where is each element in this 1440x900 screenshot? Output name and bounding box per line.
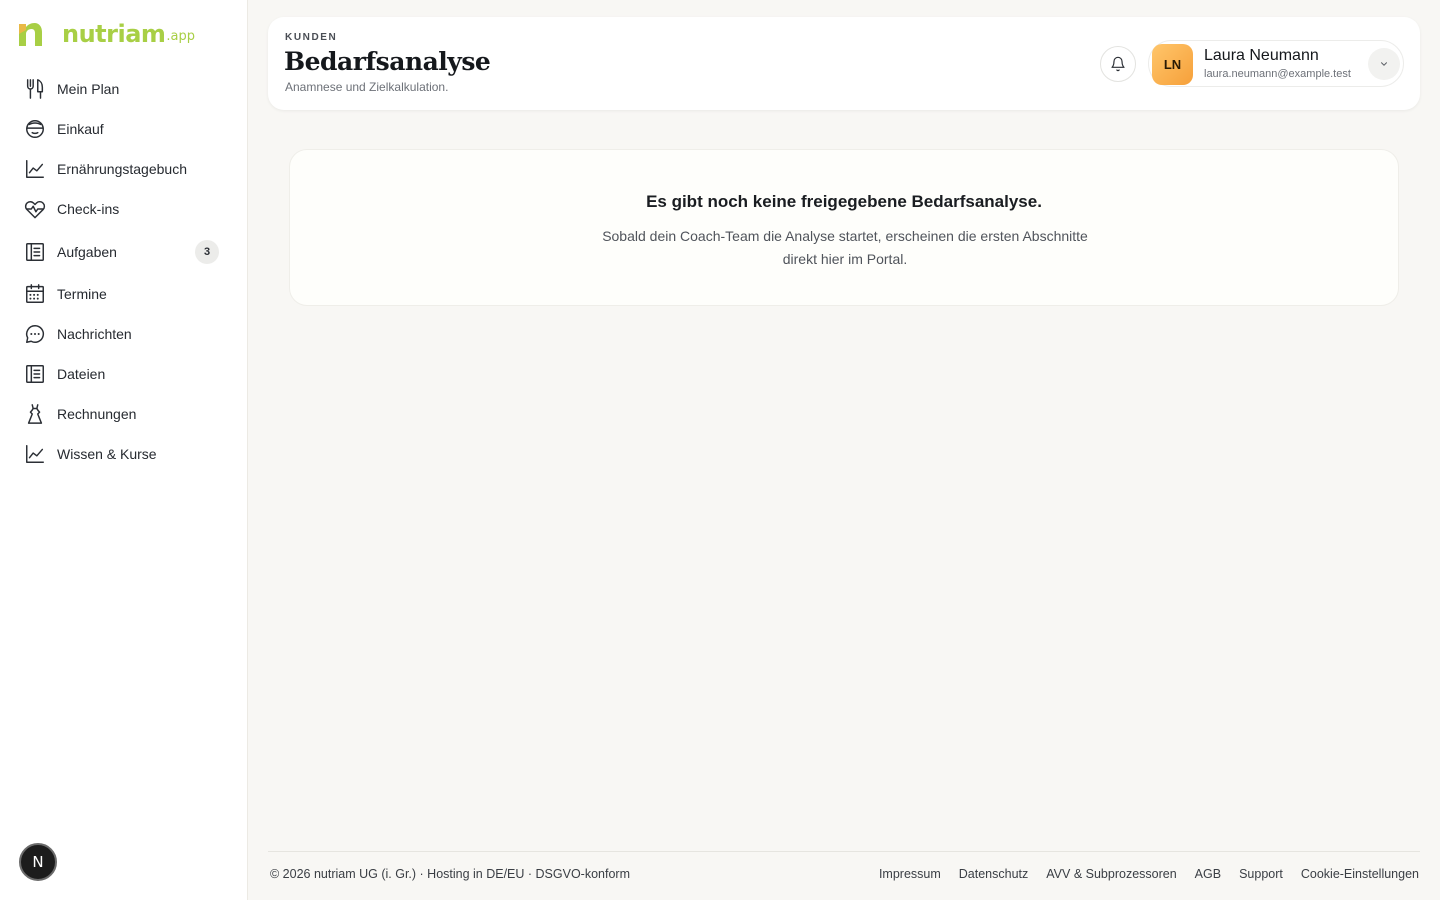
sidebar-item-rechnungen[interactable]: Rechnungen bbox=[14, 394, 234, 434]
footer-links: Impressum Datenschutz AVV & Subprozessor… bbox=[879, 867, 1419, 881]
page-subtitle: Anamnese und Zielkalkulation. bbox=[285, 80, 449, 94]
brand-name: nutriam bbox=[62, 20, 166, 48]
footer-link-agb[interactable]: AGB bbox=[1195, 867, 1221, 881]
user-menu-toggle[interactable] bbox=[1368, 48, 1400, 80]
bowl-icon bbox=[24, 118, 46, 140]
brand-logo[interactable]: nutriam .app bbox=[16, 18, 195, 48]
sidebar-item-mein-plan[interactable]: Mein Plan bbox=[14, 69, 234, 109]
breadcrumb: KUNDEN bbox=[285, 32, 338, 43]
trend-chart-icon bbox=[24, 443, 46, 465]
brand-suffix: .app bbox=[166, 29, 196, 44]
sidebar-item-check-ins[interactable]: Check-ins bbox=[14, 189, 234, 229]
chevron-down-icon bbox=[1381, 62, 1387, 66]
avatar: LN bbox=[1152, 44, 1193, 85]
footer-divider bbox=[268, 851, 1420, 852]
page-header: KUNDEN Bedarfsanalyse Anamnese und Zielk… bbox=[268, 17, 1420, 110]
file-list-icon bbox=[24, 363, 46, 385]
footer-link-avv[interactable]: AVV & Subprozessoren bbox=[1046, 867, 1176, 881]
heart-pulse-icon bbox=[24, 198, 46, 220]
sidebar-item-aufgaben[interactable]: Aufgaben 3 bbox=[14, 232, 234, 272]
calendar-icon bbox=[24, 283, 46, 305]
empty-state-title: Es gibt noch keine freigegebene Bedarfsa… bbox=[646, 192, 1042, 211]
sidebar-item-ernaehrungstagebuch[interactable]: Ernährungstagebuch bbox=[14, 149, 234, 189]
page-title: Bedarfsanalyse bbox=[284, 47, 491, 76]
dev-tools-button[interactable]: N bbox=[19, 843, 57, 881]
user-menu[interactable]: LN Laura Neumann laura.neumann@example.t… bbox=[1148, 40, 1404, 87]
tasks-count-badge: 3 bbox=[195, 240, 219, 264]
user-name: Laura Neumann bbox=[1204, 47, 1319, 64]
list-icon bbox=[24, 241, 46, 263]
logo-mark-icon bbox=[19, 23, 42, 46]
trend-chart-icon bbox=[24, 158, 46, 180]
empty-state-text: Sobald dein Coach-Team die Analyse start… bbox=[602, 228, 1088, 267]
sidebar-item-nachrichten[interactable]: Nachrichten bbox=[14, 314, 234, 354]
footer-link-support[interactable]: Support bbox=[1239, 867, 1283, 881]
sidebar: nutriam .app Mein Plan Einkauf Ernährung… bbox=[0, 0, 248, 900]
user-email: laura.neumann@example.test bbox=[1204, 68, 1351, 80]
bell-icon bbox=[1111, 56, 1125, 72]
dress-icon bbox=[24, 403, 46, 425]
footer-copyright: © 2026 nutriam UG (i. Gr.) · Hosting in … bbox=[270, 867, 630, 881]
footer-link-datenschutz[interactable]: Datenschutz bbox=[959, 867, 1028, 881]
footer-link-impressum[interactable]: Impressum bbox=[879, 867, 941, 881]
sidebar-item-dateien[interactable]: Dateien bbox=[14, 354, 234, 394]
footer-link-cookie-settings[interactable]: Cookie-Einstellungen bbox=[1301, 867, 1419, 881]
chat-bubble-icon bbox=[24, 323, 46, 345]
empty-state-card: Es gibt noch keine freigegebene Bedarfsa… bbox=[289, 149, 1399, 306]
sidebar-item-einkauf[interactable]: Einkauf bbox=[14, 109, 234, 149]
sidebar-item-wissen-kurse[interactable]: Wissen & Kurse bbox=[14, 434, 234, 474]
sidebar-item-termine[interactable]: Termine bbox=[14, 274, 234, 314]
notifications-button[interactable] bbox=[1100, 46, 1136, 82]
fork-knife-icon bbox=[24, 78, 46, 100]
